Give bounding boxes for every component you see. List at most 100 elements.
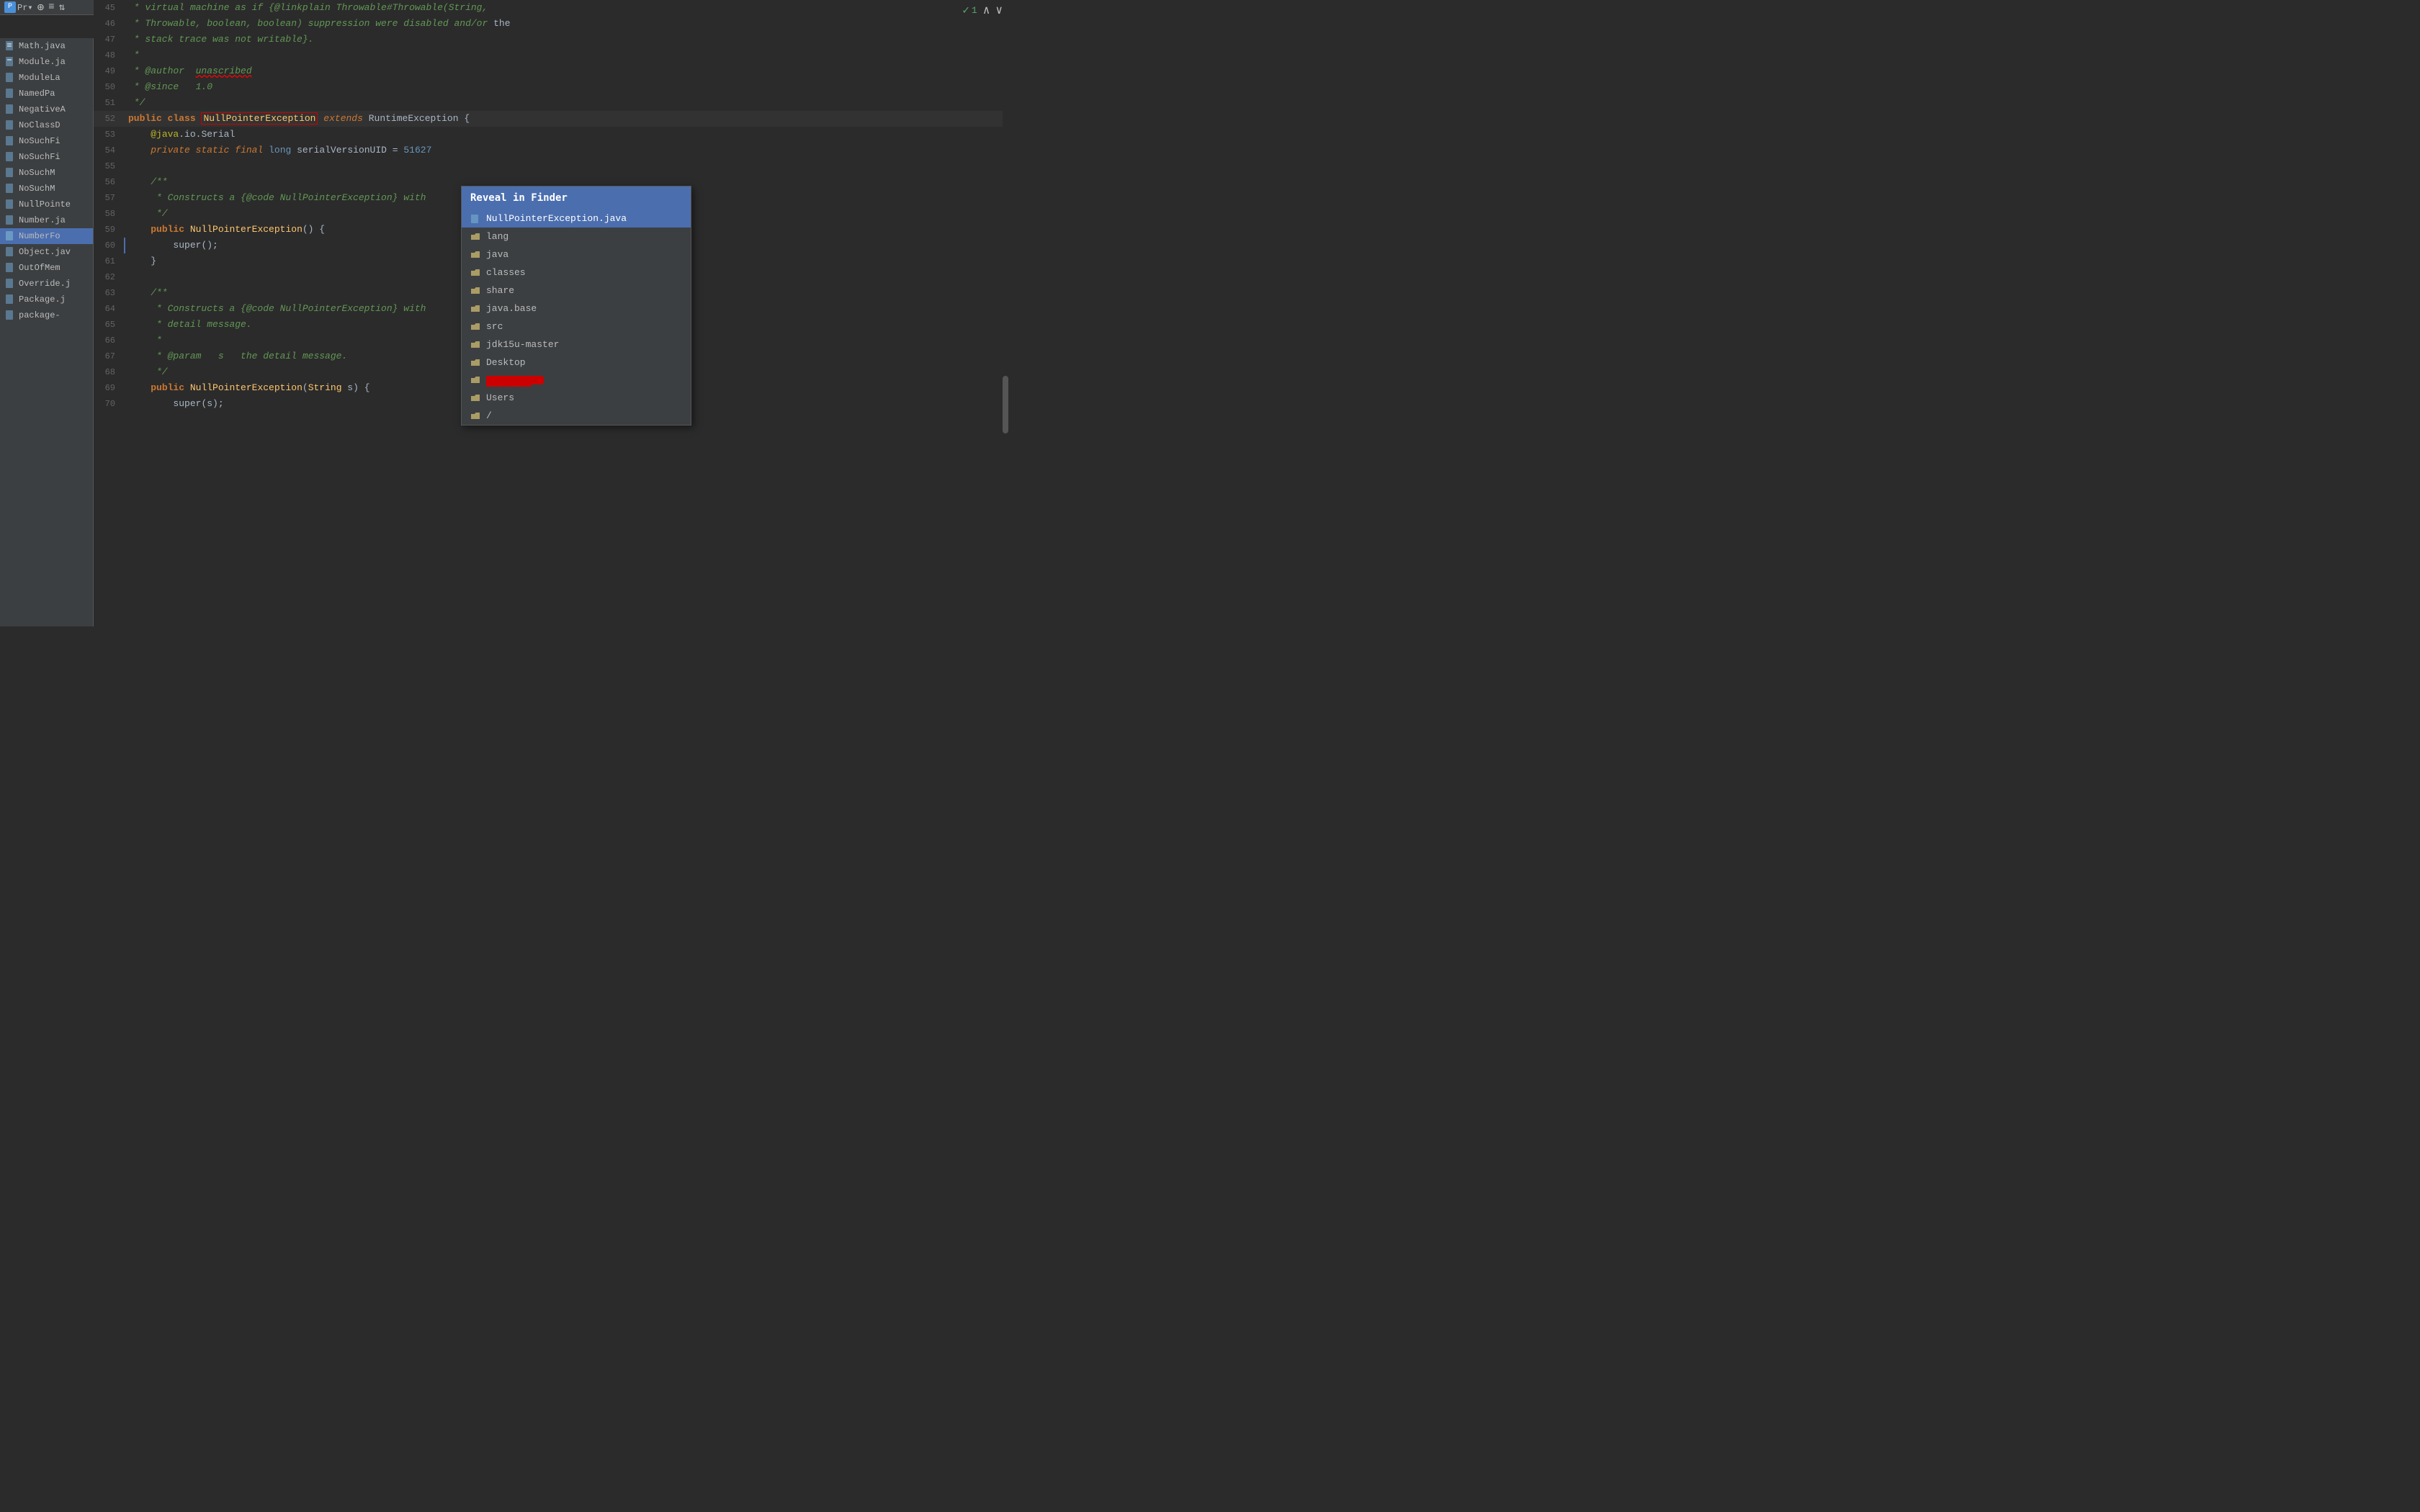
- folder-icon: [470, 375, 480, 385]
- sidebar-item-label: package-: [19, 310, 60, 320]
- line-number: 45: [94, 0, 124, 16]
- code-line-50: 50 * @since 1.0: [94, 79, 1008, 95]
- navigate-down-button[interactable]: ∨: [995, 3, 1003, 17]
- line-content: */: [124, 95, 1008, 111]
- popup-item-classes[interactable]: classes: [462, 264, 691, 282]
- line-content: * virtual machine as if {@linkplain Thro…: [124, 0, 1008, 16]
- popup-item-javabase[interactable]: java.base: [462, 300, 691, 318]
- line-number: 68: [94, 364, 124, 380]
- popup-item-src[interactable]: src: [462, 318, 691, 336]
- popup-item-file[interactable]: NullPointerException.java: [462, 210, 691, 228]
- line-number: 65: [94, 317, 124, 333]
- folder-icon: [470, 393, 480, 403]
- line-number: 67: [94, 348, 124, 364]
- check-count: 1: [972, 5, 977, 16]
- sidebar-item-numberfo[interactable]: NumberFo: [0, 228, 93, 244]
- line-number: 48: [94, 48, 124, 63]
- sidebar-item-outofmem[interactable]: OutOfMem: [0, 260, 93, 276]
- line-number: 52: [94, 111, 124, 127]
- popup-item-label: Desktop: [486, 357, 526, 368]
- sidebar-item-objectjav[interactable]: Object.jav: [0, 244, 93, 260]
- line-number: 63: [94, 285, 124, 301]
- sidebar-item-label: NegativeA: [19, 104, 66, 114]
- sidebar-item-negativea[interactable]: NegativeA: [0, 102, 93, 117]
- sidebar-item-noclassd[interactable]: NoClassD: [0, 117, 93, 133]
- file-icon: [4, 278, 16, 289]
- file-icon: [4, 294, 16, 305]
- line-number: 53: [94, 127, 124, 143]
- sidebar-item-label: NullPointe: [19, 199, 71, 210]
- sidebar-item-namedpa[interactable]: NamedPa: [0, 86, 93, 102]
- popup-item-users[interactable]: Users: [462, 389, 691, 407]
- popup-item-desktop[interactable]: Desktop: [462, 354, 691, 372]
- line-content: * Throwable, boolean, boolean) suppressi…: [124, 16, 1008, 32]
- sidebar-item-label: Math.java: [19, 41, 66, 51]
- left-panel: P Pr▾ ⊕ ≡ ⇅ Math.java Module.ja ModuleLa: [0, 0, 94, 626]
- popup-item-java[interactable]: java: [462, 246, 691, 264]
- popup-item-label: Users: [486, 392, 514, 403]
- popup-item-jdk15u[interactable]: jdk15u-master: [462, 336, 691, 354]
- sidebar-item-module[interactable]: Module.ja: [0, 54, 93, 70]
- line-content: *: [124, 48, 1008, 63]
- center-icon[interactable]: ≡: [48, 1, 54, 13]
- line-content: public class NullPointerException extend…: [124, 111, 1008, 127]
- file-list: Math.java Module.ja ModuleLa NamedPa Neg…: [0, 38, 94, 626]
- line-number: 61: [94, 253, 124, 269]
- line-number: 57: [94, 190, 124, 206]
- scrollbar-thumb[interactable]: [1003, 376, 1008, 433]
- line-number: 47: [94, 32, 124, 48]
- sidebar-item-nosuchfi1[interactable]: NoSuchFi: [0, 133, 93, 149]
- popup-item-label: NullPointerException.java: [486, 213, 627, 224]
- file-icon: [4, 40, 16, 52]
- line-number: 58: [94, 206, 124, 222]
- align-icon[interactable]: ⇅: [59, 1, 65, 14]
- add-icon[interactable]: ⊕: [37, 0, 45, 14]
- sidebar-item-numberja[interactable]: Number.ja: [0, 212, 93, 228]
- scrollbar-track: [1003, 0, 1008, 626]
- popup-menu[interactable]: Reveal in Finder NullPointerException.ja…: [461, 186, 691, 426]
- popup-item-share[interactable]: share: [462, 282, 691, 300]
- line-number: 51: [94, 95, 124, 111]
- sidebar-item-nullpointe[interactable]: NullPointe: [0, 197, 93, 212]
- code-line-53: 53 @java.io.Serial: [94, 127, 1008, 143]
- file-icon: [4, 88, 16, 99]
- project-icon: P: [4, 1, 16, 13]
- editor-area: ✓ 1 ∧ ∨ 45 * virtual machine as if {@lin…: [94, 0, 1008, 626]
- check-badge: ✓ 1: [962, 3, 977, 17]
- sidebar-item-label: NoSuchM: [19, 184, 55, 194]
- file-icon: [4, 310, 16, 321]
- folder-icon: [470, 268, 480, 278]
- popup-item-redacted[interactable]: ████████: [462, 372, 691, 389]
- sidebar-item-label: Module.ja: [19, 57, 66, 67]
- file-icon: [4, 262, 16, 274]
- popup-item-root[interactable]: /: [462, 407, 691, 425]
- popup-item-lang[interactable]: lang: [462, 228, 691, 246]
- folder-icon: [470, 358, 480, 368]
- folder-icon: [470, 304, 480, 314]
- navigate-up-button[interactable]: ∧: [983, 3, 990, 17]
- sidebar-item-overridej[interactable]: Override.j: [0, 276, 93, 292]
- project-label[interactable]: P Pr▾: [4, 1, 33, 13]
- popup-header: Reveal in Finder: [462, 186, 691, 210]
- file-icon: [4, 151, 16, 163]
- file-icon: [4, 56, 16, 68]
- sidebar-item-nosuchm2[interactable]: NoSuchM: [0, 181, 93, 197]
- sidebar-item-label: Override.j: [19, 279, 71, 289]
- popup-item-label: java.base: [486, 303, 537, 314]
- code-line-51: 51 */: [94, 95, 1008, 111]
- line-number: 54: [94, 143, 124, 158]
- sidebar-item-math[interactable]: Math.java: [0, 38, 93, 54]
- sidebar-item-label: Number.ja: [19, 215, 66, 225]
- sidebar-item-nosuchm1[interactable]: NoSuchM: [0, 165, 93, 181]
- line-number: 69: [94, 380, 124, 396]
- redacted-label: ████████: [486, 376, 544, 384]
- sidebar-item-package-dash[interactable]: package-: [0, 307, 93, 323]
- code-line-54: 54 private static final long serialVersi…: [94, 143, 1008, 158]
- sidebar-item-nosuchfi2[interactable]: NoSuchFi: [0, 149, 93, 165]
- file-icon: [4, 104, 16, 115]
- sidebar-item-packagej[interactable]: Package.j: [0, 292, 93, 307]
- sidebar-item-modulela[interactable]: ModuleLa: [0, 70, 93, 86]
- popup-item-label: lang: [486, 231, 508, 242]
- line-content: * @since 1.0: [124, 79, 1008, 95]
- sidebar-item-label: Object.jav: [19, 247, 71, 257]
